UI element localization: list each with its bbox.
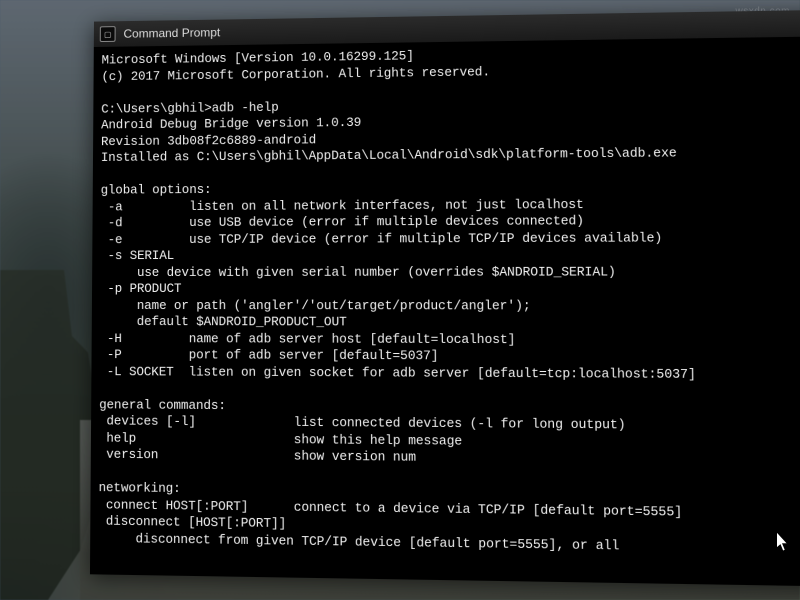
- section-header: general commands:: [99, 398, 226, 413]
- line: Microsoft Windows [Version 10.0.16299.12…: [102, 49, 414, 67]
- line: disconnect from given TCP/IP device [def…: [98, 531, 619, 553]
- section-header: global options:: [101, 183, 212, 198]
- line: (c) 2017 Microsoft Corporation. All righ…: [101, 65, 490, 84]
- line: use device with given serial number (ove…: [100, 265, 616, 280]
- line: Android Debug Bridge version 1.0.39: [101, 116, 361, 132]
- cmd-icon-glyph: ▢: [104, 30, 112, 39]
- line: default $ANDROID_PRODUCT_OUT: [100, 315, 347, 329]
- line: -e use TCP/IP device (error if multiple …: [100, 231, 662, 247]
- line: -L SOCKET listen on given socket for adb…: [99, 365, 696, 382]
- window-title: Command Prompt: [123, 25, 220, 40]
- line: Installed as C:\Users\gbhil\AppData\Loca…: [101, 146, 677, 165]
- line: -s SERIAL: [100, 249, 174, 263]
- cmd-icon: ▢: [100, 26, 116, 42]
- line: -P port of adb server [default=5037]: [99, 348, 438, 363]
- line: help show this help message: [99, 431, 462, 448]
- line: -d use USB device (error if multiple dev…: [100, 214, 584, 230]
- command-prompt-window[interactable]: ▢ Command Prompt Microsoft Windows [Vers…: [90, 10, 800, 586]
- line: -p PRODUCT: [100, 282, 181, 296]
- line: -a listen on all network interfaces, not…: [101, 197, 584, 214]
- prompt-line: C:\Users\gbhil>adb -help: [101, 100, 278, 116]
- terminal-output[interactable]: Microsoft Windows [Version 10.0.16299.12…: [90, 36, 800, 586]
- line: disconnect [HOST[:PORT]]: [98, 514, 286, 531]
- section-header: networking:: [99, 481, 181, 496]
- line: devices [-l] list connected devices (-l …: [99, 414, 626, 432]
- line: version show version num: [99, 448, 416, 465]
- line: -H name of adb server host [default=loca…: [100, 331, 516, 346]
- line: Revision 3db08f2c6889-android: [101, 133, 316, 149]
- line: name or path ('angler'/'out/target/produ…: [100, 298, 531, 312]
